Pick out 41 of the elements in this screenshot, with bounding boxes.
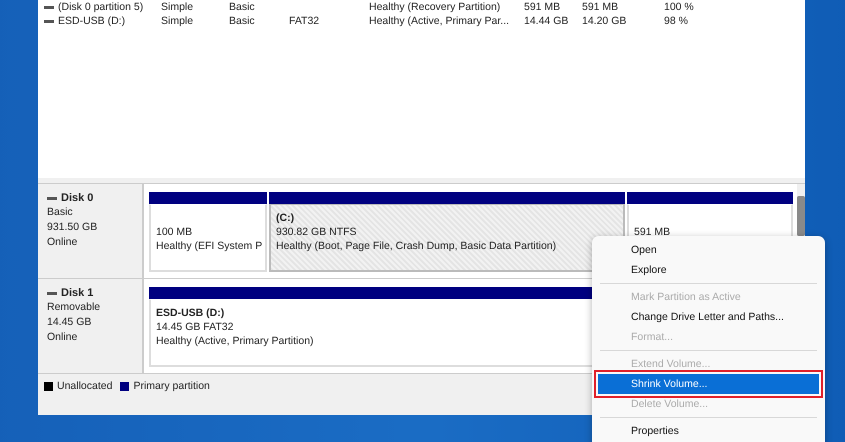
table-cell: 14.44 GB [524, 15, 568, 27]
disk-state: Online [47, 235, 78, 249]
partition-status: Healthy (Active, Primary Partition) [156, 334, 314, 348]
table-cell: ESD-USB (D:) [58, 15, 126, 27]
partition-size: 591 MB [634, 225, 670, 239]
table-cell: 591 MB [524, 1, 560, 13]
legend-label: Primary partition [133, 380, 210, 392]
disk-size: 14.45 GB [47, 315, 92, 329]
partition-size: 14.45 GB FAT32 [156, 320, 234, 334]
table-cell: FAT32 [289, 15, 320, 27]
disk-state: Online [47, 330, 78, 344]
partition-size: 100 MB [156, 225, 192, 239]
partition-size: 930.82 GB NTFS [276, 225, 357, 239]
disk-type: Removable [47, 300, 102, 314]
table-cell: Basic [229, 15, 255, 27]
table-cell: Simple [161, 1, 194, 13]
volume-icon [44, 6, 54, 8]
partition-label: (C:) [276, 211, 294, 225]
partition-label: ESD-USB (D:) [156, 306, 224, 320]
disk-name: Disk 1 [61, 287, 94, 299]
menu-item[interactable]: Properties [598, 421, 819, 441]
table-cell: Simple [161, 15, 194, 27]
table-cell: Basic [229, 1, 255, 13]
legend-label: Unallocated [57, 380, 112, 392]
disk-name: Disk 0 [61, 192, 94, 204]
table-cell: 14.20 GB [582, 15, 626, 27]
table-cell: 591 MB [582, 1, 618, 13]
table-cell: Healthy (Active, Primary Par... [369, 15, 510, 27]
table-cell: 98 % [664, 15, 688, 27]
disk-type: Basic [47, 205, 74, 219]
table-cell: 100 % [664, 1, 694, 13]
partition-status: Healthy (EFI System P [156, 239, 262, 253]
partition-block[interactable]: (C:) 930.82 GB NTFS Healthy (Boot, Page File, Crash Dump, Basic Data Partition) [269, 204, 625, 272]
volume-icon [44, 20, 54, 22]
partition-block[interactable]: 100 MB Healthy (EFI System P [149, 204, 267, 272]
table-cell: (Disk 0 partition 5) [58, 1, 144, 13]
table-cell: Healthy (Recovery Partition) [369, 1, 500, 13]
menu-item[interactable]: Shrink Volume... [598, 374, 819, 394]
partition-status: Healthy (Boot, Page File, Crash Dump, Basic Data Partition) [276, 239, 556, 253]
scrollbar-thumb[interactable] [797, 196, 805, 236]
disk-size: 931.50 GB [47, 220, 98, 234]
